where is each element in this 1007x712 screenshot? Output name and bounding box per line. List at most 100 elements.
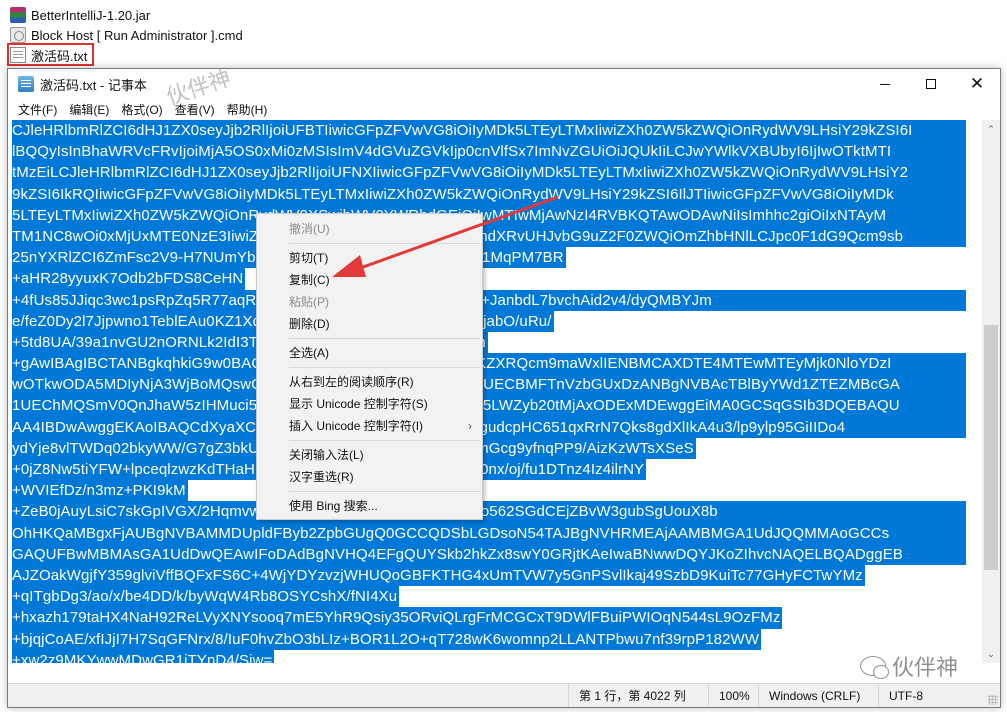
text-line: lBQQyIsInBhaWRVcFRvIjoiMjA5OS0xMi0zMSIsI…: [12, 141, 982, 163]
scroll-down-icon[interactable]: ⌄: [982, 645, 1000, 663]
menu-separator: [289, 338, 480, 339]
file-item-cmd[interactable]: Block Host [ Run Administrator ].cmd: [10, 25, 243, 45]
minimize-icon: [880, 83, 890, 85]
vertical-scrollbar[interactable]: ⌃ ⌄: [982, 120, 1000, 663]
text-line: OhHKQaMBgxFjAUBgNVBAMMDUpldFByb2ZpbGUgQ0…: [12, 522, 982, 544]
cursor-position: 第 1 行，第 4022 列: [568, 684, 708, 707]
menu-item-label: 复制(C): [289, 273, 330, 287]
scrollbar-thumb[interactable]: [984, 325, 998, 570]
status-bar: 第 1 行，第 4022 列 100% Windows (CRLF) UTF-8: [8, 683, 1000, 707]
text-line: CJleHRlbmRlZCI6dHJ1ZX0seyJjb2RlIjoiUFBTI…: [12, 120, 982, 142]
context-menu-item: 撤消(U): [257, 218, 482, 240]
text-line: +qITgbDg3/ao/x/be4DD/k/byWqW4Rb8OSYCshX/…: [12, 586, 982, 608]
menu-format[interactable]: 格式(O): [115, 101, 168, 118]
text-line: AJZOakWgjfY359glviVffBQFxFS6C+4WjYDYzvzj…: [12, 564, 982, 587]
selected-text: +WVIEfDz/n3mz+PKI9kM: [12, 480, 188, 502]
context-menu-item[interactable]: 从右到左的阅读顺序(R): [257, 371, 482, 393]
line-ending: Windows (CRLF): [758, 684, 878, 707]
text-line: tMzEiLCJleHRlbmRlZCI6dHJ1ZX0seyJjb2RlIjo…: [12, 162, 982, 184]
menu-item-label: 关闭输入法(L): [289, 448, 364, 462]
text-line: GAQUFBwMBMAsGA1UdDwQEAwIFoDAdBgNVHQ4EFgQ…: [12, 543, 982, 565]
text-line: +aHR28yyuxK7Odb2bFDS8CeHN: [12, 268, 982, 290]
context-menu: 撤消(U) 剪切(T) 复制(C) 粘贴(P) 删除(D) 全选(A) 从右到左的阅读顺序(…: [256, 213, 483, 520]
selected-text: +qITgbDg3/ao/x/be4DD/k/byWqW4Rb8OSYCshX/…: [12, 586, 400, 608]
text-editor[interactable]: CJleHRlbmRlZCI6dHJ1ZX0seyJjb2RlIjoiUFBTI…: [12, 120, 982, 663]
text-line: +bjqjCoAE/xfIJjI7H7SqGFNrx/8/IuF0hvZbO3b…: [12, 628, 982, 650]
cmd-script-icon: [10, 27, 26, 43]
context-menu-item[interactable]: 全选(A): [257, 342, 482, 364]
red-highlight-box: [7, 43, 94, 66]
notepad-icon: [18, 76, 34, 92]
title-bar[interactable]: 激活码.txt - 记事本 ✕: [8, 69, 1000, 99]
resize-grip[interactable]: [988, 695, 998, 705]
selected-text: OhHKQaMBgxFjAUBgNVBAMMDUpldFByb2ZpbGUgQ0…: [12, 522, 966, 544]
context-menu-item[interactable]: 使用 Bing 搜索...: [257, 495, 482, 517]
menu-edit[interactable]: 编辑(E): [63, 101, 115, 118]
chevron-right-icon: ›: [468, 419, 472, 433]
maximize-icon: [926, 79, 936, 89]
context-menu-item[interactable]: 删除(D): [257, 313, 482, 335]
text-line: +WVIEfDz/n3mz+PKI9kM: [12, 480, 982, 502]
text-line: ydYje8vlTWDq02bkyWW/G7gZ3bkUc5Ux5CfTRMjK…: [12, 437, 982, 459]
zoom-level: 100%: [708, 684, 758, 707]
text-line: +0jZ8Nw5tiYFW+lpceqlzwzKdTHaHhC7YzrvLg4A…: [12, 459, 982, 481]
context-menu-item[interactable]: 显示 Unicode 控制字符(S): [257, 393, 482, 415]
selected-text: AA4IBDwAwggEKAoIBAQCdXyaXC8iRXaHVlSrGUZd…: [12, 416, 966, 438]
text-line: +xw2z9MKYwwMDwGR1iTYnD4/Sjw=: [12, 649, 982, 663]
menu-separator: [289, 440, 480, 441]
menu-item-label: 粘贴(P): [289, 295, 329, 309]
context-menu-item: 粘贴(P): [257, 291, 482, 313]
selected-text: lBQQyIsInBhaWRVcFRvIjoiMjA5OS0xMi0zMSIsI…: [12, 141, 966, 163]
menu-item-label: 使用 Bing 搜索...: [289, 499, 378, 513]
menu-item-label: 显示 Unicode 控制字符(S): [289, 397, 428, 411]
text-line: 9kZSI6IkRQIiwicGFpZFVwVG8iOiIyMDk5LTEyLT…: [12, 183, 982, 205]
text-line: +gAwIBAgIBCTANBgkqhkiG9w0BAQsFADAYMRYwFA…: [12, 353, 982, 375]
menu-item-label: 删除(D): [289, 317, 330, 331]
context-menu-item[interactable]: 剪切(T): [257, 247, 482, 269]
menu-file[interactable]: 文件(F): [12, 101, 63, 118]
menu-view[interactable]: 查看(V): [169, 101, 221, 118]
scroll-up-icon[interactable]: ⌃: [982, 120, 1000, 138]
menu-item-label: 剪切(T): [289, 251, 329, 265]
context-menu-item[interactable]: 复制(C): [257, 269, 482, 291]
desktop: BetterIntelliJ-1.20.jar Block Host [ Run…: [0, 0, 1007, 712]
menu-separator: [289, 243, 480, 244]
selected-text: 5LTEyLTMxIiwiZXh0ZW5kZWQiOnRydWV9XSwibWV…: [12, 204, 966, 226]
context-menu-item[interactable]: 汉字重选(R): [257, 466, 482, 488]
encoding: UTF-8: [878, 684, 978, 707]
notepad-window: 激活码.txt - 记事本 ✕ 文件(F) 编辑(E) 格式(O) 查看(V) …: [7, 68, 1001, 708]
selected-text: +hxazh179taHX4NaH92ReLVyXNYsooq7mE5YhR9Q…: [12, 607, 783, 629]
selected-text: +xw2z9MKYwwMDwGR1iTYnD4/Sjw=: [12, 649, 275, 663]
menu-separator: [289, 367, 480, 368]
menu-separator: [289, 491, 480, 492]
text-line: +5td8UA/39a1nvGU2nORNLk2IdI3TIv7ugtkw0E3…: [12, 331, 982, 354]
text-line: 1UEChMQSmV0QnJhaW5zIHMuci5vLjEdMBsGA1UEA…: [12, 395, 982, 417]
menu-item-label: 插入 Unicode 控制字符(I): [289, 419, 424, 433]
menu-bar: 文件(F) 编辑(E) 格式(O) 查看(V) 帮助(H): [8, 99, 1000, 119]
selected-text: GAQUFBwMBMAsGA1UdDwQEAwIFoDAdBgNVHQ4EFgQ…: [12, 543, 966, 565]
selected-text: AJZOakWgjfY359glviVffBQFxFS6C+4WjYDYzvzj…: [12, 564, 865, 587]
editor-bottom-area: [8, 663, 1000, 683]
menu-item-label: 撤消(U): [289, 222, 330, 236]
selected-text: wOTkwODA5MDIyNjA3WjBoMQswCQYDVQQGEwJDWjE…: [12, 374, 966, 396]
maximize-button[interactable]: [908, 69, 954, 99]
file-item-jar[interactable]: BetterIntelliJ-1.20.jar: [10, 5, 150, 25]
selected-text: +bjqjCoAE/xfIJjI7H7SqGFNrx/8/IuF0hvZbO3b…: [12, 628, 762, 650]
context-menu-item[interactable]: 关闭输入法(L): [257, 444, 482, 466]
selected-text: +4fUs85JJiqc3wc1psRpZq5R77aqRXo9IPUm1f2O…: [12, 289, 966, 311]
selected-text: +gAwIBAgIBCTANBgkqhkiG9w0BAQsFADAYMRYwFA…: [12, 353, 966, 375]
close-icon: ✕: [969, 73, 985, 94]
context-menu-item[interactable]: 插入 Unicode 控制字符(I) ›: [257, 415, 482, 437]
text-line: +hxazh179taHX4NaH92ReLVyXNYsooq7mE5YhR9Q…: [12, 607, 982, 629]
menu-help[interactable]: 帮助(H): [221, 101, 274, 118]
minimize-button[interactable]: [862, 69, 908, 99]
selected-text: 1UEChMQSmV0QnJhaW5zIHMuci5vLjEdMBsGA1UEA…: [12, 395, 966, 417]
winrar-archive-icon: [10, 7, 26, 23]
window-title: 激活码.txt - 记事本: [40, 77, 147, 93]
selected-text: 9kZSI6IkRQIiwicGFpZFVwVG8iOiIyMDk5LTEyLT…: [12, 183, 966, 205]
selected-text: +ZeB0jAuyLsiC7skGpIVGX/2HqmvwZkwgZYwSAYD…: [12, 501, 966, 523]
file-name: BetterIntelliJ-1.20.jar: [31, 7, 151, 23]
close-button[interactable]: ✕: [954, 69, 1000, 99]
text-line: AA4IBDwAwggEKAoIBAQCdXyaXC8iRXaHVlSrGUZd…: [12, 416, 982, 438]
text-line: wOTkwODA5MDIyNjA3WjBoMQswCQYDVQQGEwJDWjE…: [12, 374, 982, 396]
